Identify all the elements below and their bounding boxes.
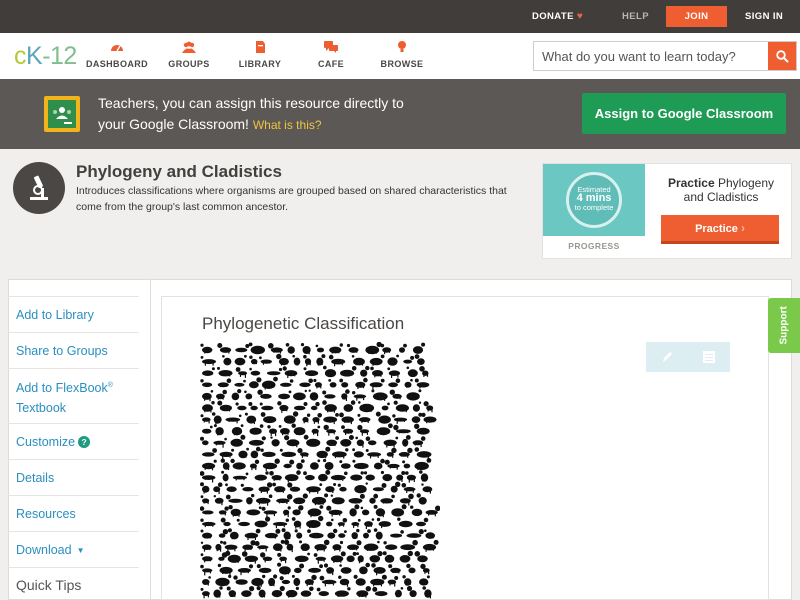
panel-divider [150, 279, 151, 600]
to-complete-label: to complete [574, 203, 614, 212]
customize-link[interactable]: Customize? [8, 423, 139, 459]
what-is-this-link[interactable]: What is this? [253, 118, 322, 132]
heart-icon: ♥ [576, 11, 584, 22]
logo-c: c [14, 42, 27, 70]
resource-header: Phylogeny and Cladistics Introduces clas… [0, 149, 800, 261]
nav-browse-label: BROWSE [380, 59, 424, 69]
quick-tips-heading: Quick Tips [8, 567, 139, 600]
estimate-text: Estimated 4 mins to complete [566, 185, 622, 212]
share-to-groups-link[interactable]: Share to Groups [8, 332, 139, 368]
practice-button-label: Practice [695, 223, 738, 235]
logo-12: -12 [42, 42, 77, 70]
progress-label: PROGRESS [568, 241, 620, 251]
nav-groups-label: GROUPS [168, 59, 210, 69]
practice-title-bold: Practice [667, 176, 715, 190]
nav-dashboard-label: DASHBOARD [85, 59, 149, 69]
practice-button[interactable]: Practice › [661, 215, 779, 244]
classroom-line-1: Teachers, you can assign this resource d… [98, 95, 404, 111]
page-description: Introduces classifications where organis… [76, 185, 507, 213]
nav-groups[interactable]: GROUPS [154, 40, 224, 69]
caret-down-icon: ▼ [76, 546, 85, 555]
google-classroom-icon [44, 96, 80, 132]
edit-button[interactable] [646, 342, 688, 372]
nav-cafe[interactable]: CAFE [296, 40, 366, 69]
help-icon[interactable]: ? [78, 436, 91, 448]
dashboard-icon [82, 40, 152, 58]
classroom-line-2: your Google Classroom! [98, 116, 249, 132]
content-title: Phylogenetic Classification [202, 314, 405, 333]
classroom-message: Teachers, you can assign this resource d… [98, 93, 458, 136]
practice-title: Practice Phylogeny and Cladistics [659, 176, 783, 204]
resource-sidebar: Add to Library Share to Groups Add to Fl… [8, 296, 139, 600]
nav-library-label: LIBRARY [238, 59, 282, 69]
search-icon [775, 49, 789, 63]
animal-silhouettes-image [200, 342, 440, 599]
support-label: Support [778, 306, 790, 345]
groups-icon [154, 40, 224, 58]
chevron-right-icon: › [740, 221, 745, 235]
logo-k: K [26, 42, 43, 70]
flexbook-label-2: Textbook [16, 401, 67, 416]
search-box [533, 41, 797, 71]
cafe-icon [296, 40, 366, 58]
assign-to-google-classroom-button[interactable]: Assign to Google Classroom [582, 93, 786, 134]
join-button[interactable]: JOIN [666, 6, 727, 27]
flexbook-label-1: Add to FlexBook [16, 381, 108, 396]
microscope-icon [13, 162, 65, 214]
browse-icon [367, 40, 437, 58]
search-input[interactable] [534, 42, 769, 70]
nav-cafe-label: CAFE [317, 59, 345, 69]
donate-label: DONATE [532, 11, 574, 22]
google-classroom-banner: Teachers, you can assign this resource d… [0, 79, 800, 149]
download-link[interactable]: Download ▼ [8, 531, 139, 567]
help-link[interactable]: HELP [622, 0, 649, 33]
practice-card: Estimated 4 mins to complete PROGRESS Pr… [542, 163, 792, 259]
add-to-library-link[interactable]: Add to Library [8, 296, 139, 332]
customize-label: Customize [16, 435, 76, 449]
donate-link[interactable]: DONATE ♥ [532, 0, 583, 33]
details-link[interactable]: Details [8, 459, 139, 495]
search-button[interactable] [768, 42, 796, 70]
resources-link[interactable]: Resources [8, 495, 139, 531]
nav-dashboard[interactable]: DASHBOARD [82, 40, 152, 69]
nav-library[interactable]: LIBRARY [225, 40, 295, 69]
library-icon [225, 40, 295, 58]
nav-browse[interactable]: BROWSE [367, 40, 437, 69]
sign-in-link[interactable]: SIGN IN [745, 0, 783, 33]
download-label: Download [16, 543, 72, 557]
notes-button[interactable] [688, 342, 730, 372]
top-bar: DONATE ♥ HELP JOIN SIGN IN [0, 0, 800, 33]
add-to-flexbook-link[interactable]: Add to FlexBook® Textbook [8, 368, 139, 423]
registered-mark: ® [107, 382, 113, 389]
content-tools [646, 342, 730, 372]
notes-icon [703, 351, 715, 363]
main-nav: cK-12 DASHBOARD GROUPS LIBRARY CAFE BROW… [0, 33, 800, 79]
page-title: Phylogeny and Cladistics [76, 162, 282, 181]
pencil-icon [663, 352, 672, 362]
progress-image: Estimated 4 mins to complete [543, 164, 645, 236]
support-tab[interactable]: Support [768, 298, 800, 353]
ck12-logo[interactable]: cK-12 [14, 42, 77, 70]
